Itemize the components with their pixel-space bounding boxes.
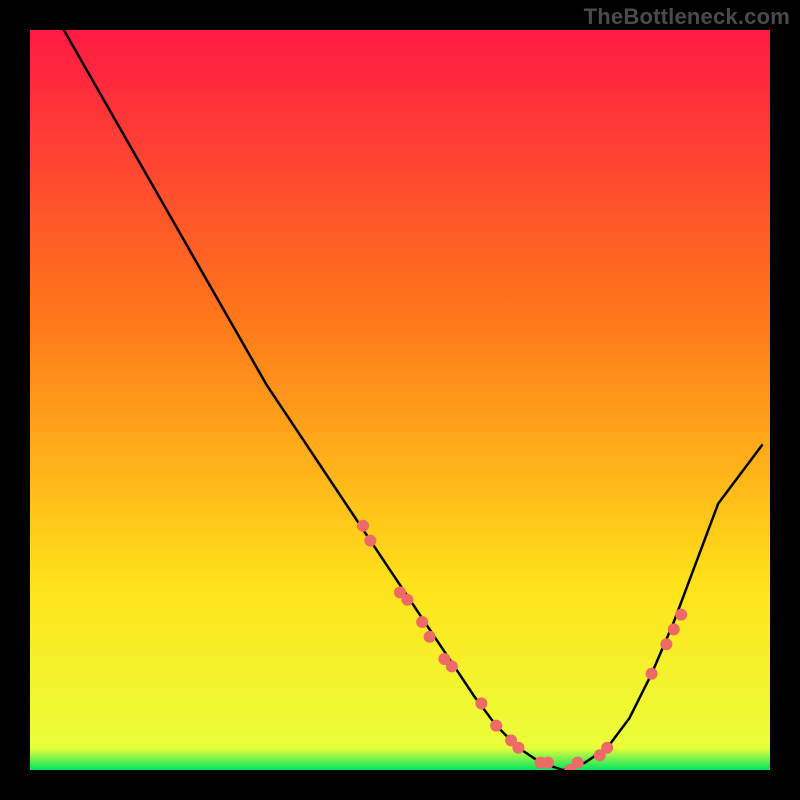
data-marker: [475, 697, 487, 709]
data-marker: [416, 616, 428, 628]
watermark: TheBottleneck.com: [584, 4, 790, 30]
data-marker: [601, 742, 613, 754]
data-marker: [401, 594, 413, 606]
data-marker: [446, 660, 458, 672]
data-marker: [668, 623, 680, 635]
plot-svg: [30, 30, 770, 770]
data-marker: [512, 742, 524, 754]
data-marker: [572, 757, 584, 769]
plot-area: [30, 30, 770, 770]
data-marker: [357, 520, 369, 532]
data-marker: [542, 757, 554, 769]
chart-frame: TheBottleneck.com: [0, 0, 800, 800]
data-marker: [675, 609, 687, 621]
data-marker: [424, 631, 436, 643]
data-marker: [490, 720, 502, 732]
data-marker: [646, 668, 658, 680]
data-marker: [364, 535, 376, 547]
data-marker: [660, 638, 672, 650]
